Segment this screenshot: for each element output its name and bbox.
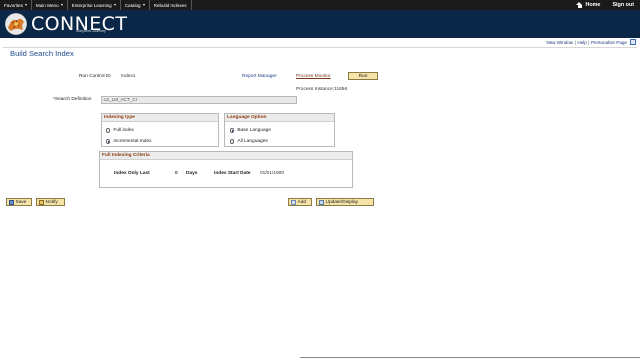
indexing-type-header: Indexing type	[102, 114, 218, 122]
index-only-last-value: 0	[175, 171, 178, 176]
language-option-header: Language Option	[225, 114, 334, 122]
logo-subtitle: Maryland Judiciary	[76, 28, 106, 33]
chevron-down-icon	[24, 4, 27, 6]
nav-enterprise-learning[interactable]: Enterprise Learning	[68, 0, 121, 10]
nav-main-menu[interactable]: Main Menu	[32, 0, 68, 10]
home-label: Home	[585, 2, 601, 8]
index-start-date-value: 01/01/1900	[260, 171, 285, 176]
full-index-label: Full index	[113, 128, 134, 133]
divider	[3, 47, 637, 48]
full-indexing-criteria-group: Full Indexing Criteria Index Only Last 0…	[99, 151, 353, 188]
notify-button[interactable]: Notify	[36, 198, 65, 206]
nav-enterprise-learning-label: Enterprise Learning	[71, 2, 112, 8]
nav-rebuild-indexes-label: Rebuild Indexes	[153, 2, 187, 8]
days-label: Days	[186, 171, 198, 176]
logo: CONNECT	[3, 11, 127, 37]
base-language-label: Base Language	[237, 128, 271, 133]
all-languages-label: All Languages	[237, 139, 268, 144]
maryland-seal-icon	[5, 13, 27, 35]
banner: CONNECT Maryland Judiciary	[0, 10, 640, 38]
search-definition-field[interactable]: LS_LM_ACT_CI	[101, 96, 297, 104]
add-button[interactable]: Add	[288, 198, 312, 206]
radio-button-selected[interactable]	[106, 139, 111, 144]
indexing-type-group: Indexing type Full index Incremental Ind…	[101, 113, 219, 147]
nav-rebuild-indexes[interactable]: Rebuild Indexes	[150, 0, 192, 10]
signout-link[interactable]: Sign out	[606, 2, 640, 8]
update-display-label: Update/Display	[325, 199, 359, 205]
language-option-group: Language Option Base Language All Langua…	[224, 113, 335, 147]
radio-button[interactable]	[230, 139, 235, 144]
save-icon	[9, 199, 14, 205]
nav-catalog-label: Catalog	[124, 2, 141, 8]
footer-divider	[300, 357, 640, 358]
search-definition-label: *Search Definition	[53, 97, 92, 102]
report-manager-link[interactable]: Report Manager	[242, 74, 277, 79]
index-start-date-label: Index Start Date	[214, 171, 251, 176]
radio-incremental-index[interactable]: Incremental Index	[106, 139, 152, 144]
home-link[interactable]: Home	[570, 2, 606, 8]
page-options-icon[interactable]	[630, 39, 636, 45]
radio-button[interactable]	[106, 128, 111, 133]
home-icon	[576, 2, 583, 8]
update-display-button[interactable]: Update/Display	[316, 198, 374, 206]
incremental-index-label: Incremental Index	[113, 139, 152, 144]
radio-base-language[interactable]: Base Language	[230, 128, 271, 133]
separator: |	[588, 39, 590, 45]
save-button[interactable]: Save	[6, 198, 32, 206]
chevron-down-icon	[113, 4, 116, 6]
add-icon	[291, 199, 296, 205]
radio-all-languages[interactable]: All Languages	[230, 139, 268, 144]
index-only-last-label: Index Only Last	[114, 171, 150, 176]
radio-button-selected[interactable]	[230, 128, 235, 133]
separator: |	[574, 39, 576, 45]
process-instance: Process Instance:11656	[296, 87, 348, 92]
page-links: New Window | Help | Personalize Page	[546, 39, 636, 45]
help-link[interactable]: Help	[577, 40, 586, 45]
personalize-page-link[interactable]: Personalize Page	[591, 40, 627, 45]
run-control-label: Run Control ID	[79, 74, 111, 79]
run-button-label: Run	[358, 73, 368, 79]
nav-favorites-label: Favorites	[4, 2, 23, 8]
save-label: Save	[15, 199, 27, 205]
signout-label: Sign out	[612, 2, 634, 8]
top-nav-bar: Favorites Main Menu Enterprise Learning …	[0, 0, 640, 10]
notify-label: Notify	[45, 199, 58, 205]
update-display-icon	[319, 199, 324, 205]
nav-main-menu-label: Main Menu	[35, 2, 59, 8]
notify-icon	[39, 199, 44, 205]
process-monitor-link[interactable]: Process Monitor	[296, 74, 331, 79]
page-title: Build Search Index	[10, 49, 74, 58]
new-window-link[interactable]: New Window	[546, 40, 573, 45]
add-label: Add	[297, 199, 307, 205]
run-button[interactable]: Run	[348, 72, 378, 80]
nav-catalog[interactable]: Catalog	[121, 0, 150, 10]
nav-favorites[interactable]: Favorites	[0, 0, 32, 10]
chevron-down-icon	[60, 4, 63, 6]
search-definition-value: LS_LM_ACT_CI	[103, 97, 137, 102]
radio-full-index[interactable]: Full index	[106, 128, 134, 133]
run-control-value: Index1	[121, 74, 136, 79]
chevron-down-icon	[142, 4, 145, 6]
full-indexing-criteria-header: Full Indexing Criteria	[100, 152, 352, 160]
